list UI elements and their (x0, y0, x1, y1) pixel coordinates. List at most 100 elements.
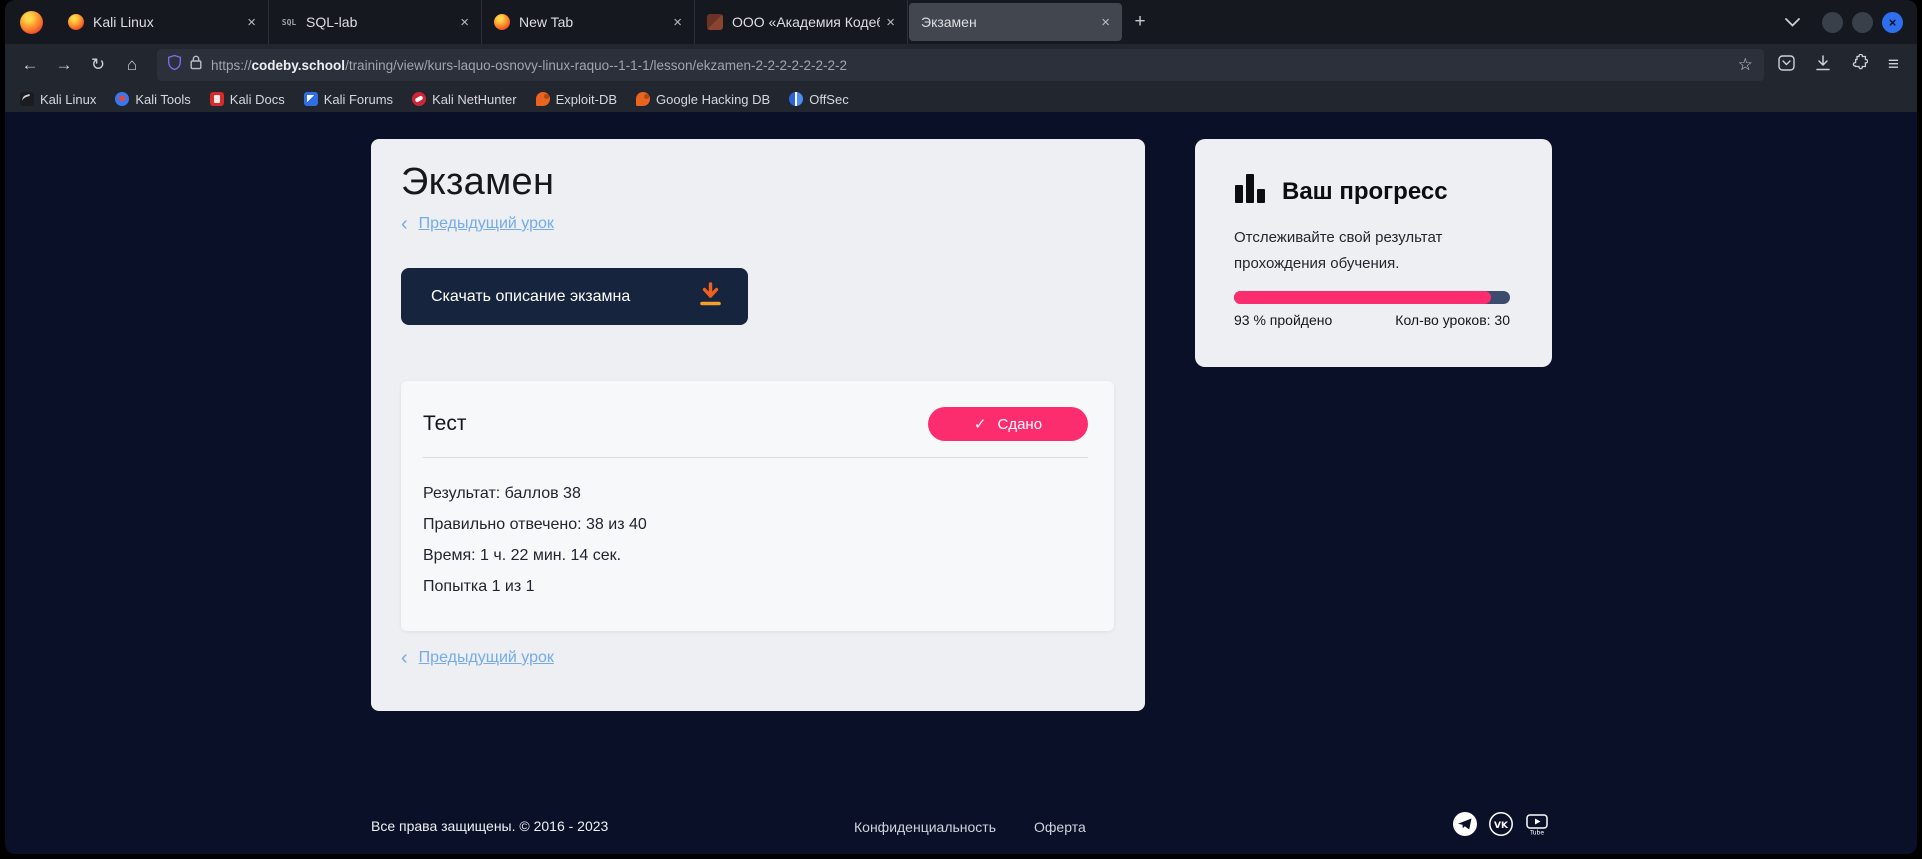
bookmark-label: Kali Linux (40, 92, 96, 107)
bookmarks-toolbar: Kali Linux Kali Tools Kali Docs Kali For… (5, 86, 1917, 112)
window-close-button[interactable]: × (1882, 12, 1903, 33)
google-hacking-db-icon (636, 92, 650, 106)
tab-label: Kali Linux (93, 14, 241, 30)
tab-label: New Tab (519, 14, 667, 30)
browser-window: Kali Linux × SQL SQL-lab × New Tab × ООО… (0, 0, 1922, 859)
telegram-icon[interactable] (1452, 811, 1478, 837)
bookmark-google-hacking-db[interactable]: Google Hacking DB (636, 92, 770, 107)
tab-close-icon[interactable]: × (1101, 14, 1110, 31)
previous-lesson-link-top[interactable]: ‹ Предыдущий урок (401, 214, 554, 234)
bookmark-exploit-db[interactable]: Exploit-DB (536, 92, 617, 107)
sql-favicon-icon: SQL (281, 14, 297, 30)
tab-close-icon[interactable]: × (886, 14, 895, 31)
lock-icon[interactable] (190, 55, 202, 75)
browser-chrome: Kali Linux × SQL SQL-lab × New Tab × ООО… (5, 0, 1917, 854)
test-results: Результат: баллов 38 Правильно отвечено:… (423, 478, 1088, 602)
tab-close-icon[interactable]: × (460, 14, 469, 31)
firefox-icon (494, 14, 510, 30)
kali-linux-icon (20, 92, 34, 106)
bookmark-kali-nethunter[interactable]: Kali NetHunter (412, 92, 517, 107)
exploit-db-icon (536, 92, 550, 106)
kali-nethunter-icon (412, 92, 426, 106)
result-score: Результат: баллов 38 (423, 478, 1088, 509)
tab-label: Экзамен (921, 14, 1095, 30)
tab-academy[interactable]: ООО «Академия Кодеба × (695, 0, 908, 44)
maximize-button[interactable] (1852, 12, 1873, 33)
previous-lesson-link-bottom[interactable]: ‹ Предыдущий урок (401, 648, 554, 668)
progress-description: Отслеживайте свой результат прохождения … (1234, 225, 1504, 277)
tab-close-icon[interactable]: × (247, 14, 256, 31)
progress-bar-fill (1234, 291, 1491, 304)
check-icon: ✓ (974, 415, 987, 433)
extensions-puzzle-icon[interactable] (1851, 54, 1868, 76)
download-button-label: Скачать описание экзамна (431, 288, 630, 306)
vk-icon[interactable]: VK (1488, 811, 1514, 837)
previous-lesson-link-label[interactable]: Предыдущий урок (419, 649, 554, 667)
divider (423, 457, 1088, 458)
offsec-icon (789, 92, 803, 106)
bookmark-label: OffSec (809, 92, 849, 107)
navigation-toolbar: ← → ↻ ⌂ https://codeby.school/training/v… (5, 44, 1917, 86)
passed-badge: ✓ Сдано (928, 407, 1088, 441)
back-icon[interactable]: ← (13, 49, 47, 81)
bookmark-label: Kali Docs (230, 92, 285, 107)
downloads-icon[interactable] (1815, 55, 1831, 76)
previous-lesson-link-label[interactable]: Предыдущий урок (419, 215, 554, 233)
minimize-button[interactable] (1822, 12, 1843, 33)
page-content: Экзамен ‹ Предыдущий урок Скачать описан… (5, 112, 1917, 854)
result-correct: Правильно отвечено: 38 из 40 (423, 509, 1088, 540)
page-title: Экзамен (401, 161, 554, 204)
svg-text:Tube: Tube (1529, 830, 1544, 837)
forward-icon[interactable]: → (47, 49, 81, 81)
bookmark-label: Google Hacking DB (656, 92, 770, 107)
copyright-text: Все права защищены. © 2016 - 2023 (371, 818, 608, 834)
progress-title: Ваш прогресс (1282, 178, 1448, 206)
bookmark-kali-forums[interactable]: Kali Forums (304, 92, 393, 107)
tab-label: SQL-lab (306, 14, 454, 30)
url-host: codeby.school (252, 58, 346, 73)
chevron-left-icon: ‹ (401, 214, 408, 234)
tab-close-icon[interactable]: × (673, 14, 682, 31)
tab-bar: Kali Linux × SQL SQL-lab × New Tab × ООО… (5, 0, 1917, 44)
bookmark-star-icon[interactable]: ☆ (1738, 55, 1753, 75)
bookmark-label: Kali Tools (135, 92, 190, 107)
progress-card: Ваш прогресс Отслеживайте свой результат… (1195, 139, 1552, 367)
test-title: Тест (423, 412, 466, 436)
pocket-icon[interactable] (1778, 55, 1795, 76)
download-exam-description-button[interactable]: Скачать описание экзамна (401, 268, 748, 325)
social-links: VK Tube (1452, 811, 1550, 837)
url-bar[interactable]: https://codeby.school/training/view/kurs… (157, 49, 1764, 81)
tracking-protection-shield-icon[interactable] (168, 55, 181, 75)
progress-bar (1234, 291, 1510, 304)
bookmark-kali-linux[interactable]: Kali Linux (20, 92, 96, 107)
firefox-icon (68, 14, 84, 30)
offer-link[interactable]: Оферта (1034, 819, 1086, 835)
home-icon[interactable]: ⌂ (115, 49, 149, 81)
footer-links: Конфиденциальность Оферта (854, 819, 1086, 835)
hamburger-menu-icon[interactable]: ≡ (1888, 54, 1899, 76)
list-all-tabs-chevron-icon[interactable] (1785, 18, 1800, 27)
progress-percent-label: 93 % пройдено (1234, 312, 1332, 328)
bar-chart-icon (1235, 173, 1265, 203)
tab-kali-linux[interactable]: Kali Linux × (56, 0, 269, 44)
tab-new-tab[interactable]: New Tab × (482, 0, 695, 44)
result-attempt: Попытка 1 из 1 (423, 571, 1088, 602)
privacy-link[interactable]: Конфиденциальность (854, 819, 996, 835)
bookmark-kali-docs[interactable]: Kali Docs (210, 92, 285, 107)
tab-ekzamen-active[interactable]: Экзамен × (909, 3, 1122, 41)
bookmark-label: Kali Forums (324, 92, 393, 107)
exam-card: Экзамен ‹ Предыдущий урок Скачать описан… (371, 139, 1145, 711)
reload-icon[interactable]: ↻ (81, 49, 115, 81)
youtube-icon[interactable]: Tube (1524, 811, 1550, 837)
kali-docs-icon (210, 92, 224, 106)
bookmark-kali-tools[interactable]: Kali Tools (115, 92, 190, 107)
bookmark-offsec[interactable]: OffSec (789, 92, 849, 107)
test-result-card: Тест ✓ Сдано Результат: баллов 38 Правил… (401, 381, 1114, 631)
lessons-count-label: Кол-во уроков: 30 (1395, 312, 1510, 328)
kali-forums-icon (304, 92, 318, 106)
tab-sql-lab[interactable]: SQL SQL-lab × (269, 0, 482, 44)
kali-tools-icon (115, 92, 129, 106)
bookmark-label: Kali NetHunter (432, 92, 517, 107)
new-tab-button[interactable]: + (1123, 11, 1157, 33)
bookmark-label: Exploit-DB (556, 92, 617, 107)
